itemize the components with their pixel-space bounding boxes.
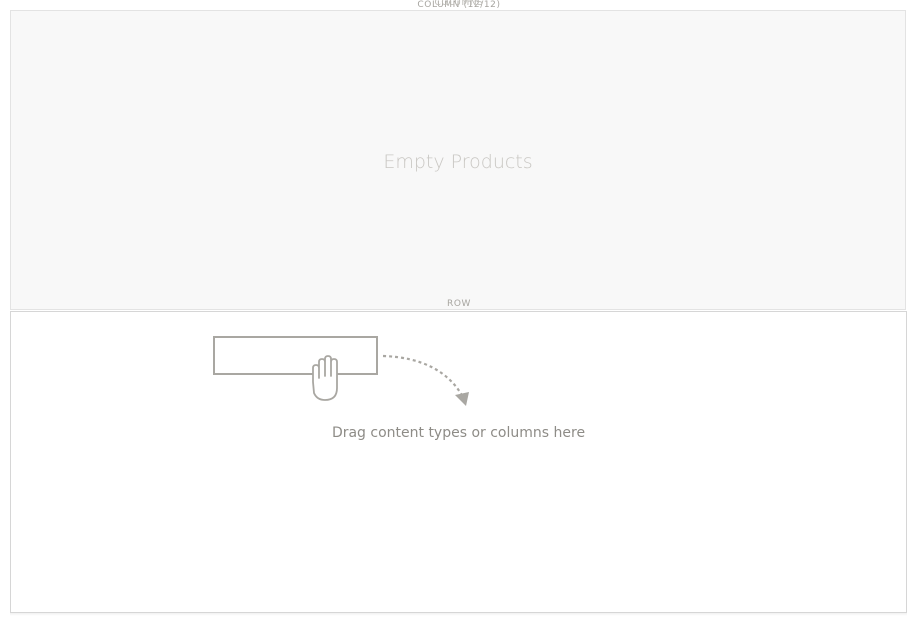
column-label-area: COLUMN (12/12) COLUMNS [0,0,918,10]
empty-products-text: Empty Products [383,151,533,173]
bottom-divider [10,613,907,616]
column-label: COLUMN (12/12) [417,0,501,10]
drop-hint-text: Drag content types or columns here [331,425,586,441]
drag-hand-icon [213,336,469,406]
row-label: ROW [446,299,472,309]
drop-zone[interactable]: Drag content types or columns here [10,311,907,613]
columns-label: COLUMNS [434,0,484,8]
page-builder-stage: COLUMN (12/12) COLUMNS Empty Products RO… [0,0,918,625]
column-container[interactable]: Empty Products [10,10,906,310]
